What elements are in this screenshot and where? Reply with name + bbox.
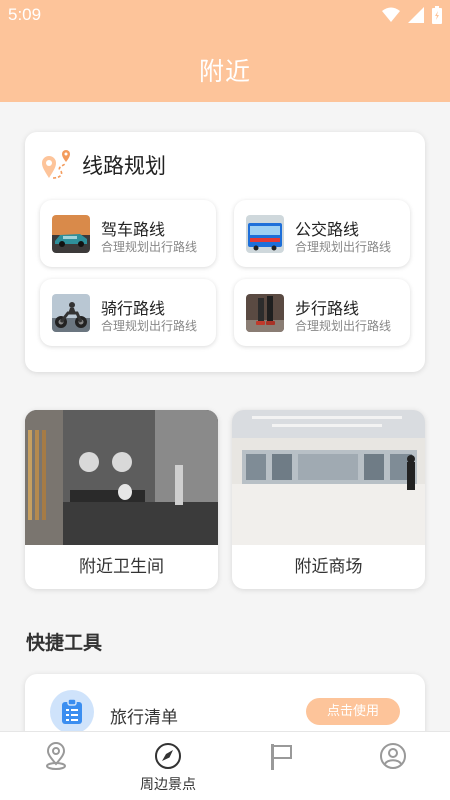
battery-icon — [432, 6, 442, 24]
checklist-icon — [50, 690, 94, 734]
wifi-icon — [382, 7, 400, 22]
signal-icon — [408, 7, 424, 23]
route-item-subtitle: 合理规划出行路线 — [295, 319, 392, 333]
route-item-drive[interactable]: 驾车路线 合理规划出行路线 — [40, 200, 216, 267]
restroom-photo — [25, 410, 218, 545]
tab-label: 周边景点 — [140, 777, 196, 793]
compass-icon — [155, 743, 181, 769]
tab-flag[interactable] — [225, 732, 337, 800]
bus-photo — [246, 215, 284, 253]
route-item-subtitle: 合理规划出行路线 — [101, 319, 198, 333]
route-item-name: 公交路线 — [295, 220, 360, 239]
tab-profile[interactable] — [337, 732, 449, 800]
route-planning-title: 线路规划 — [82, 154, 166, 178]
status-time: 5:09 — [8, 5, 42, 24]
header: 5:09 附近 — [0, 0, 450, 102]
route-item-subtitle: 合理规划出行路线 — [295, 240, 392, 254]
motorcycle-photo — [52, 294, 90, 332]
route-item-name: 骑行路线 — [101, 299, 166, 318]
bottom-tab-bar: 周边景点 — [0, 731, 450, 800]
mall-photo — [232, 410, 425, 545]
quick-tools-title: 快捷工具 — [26, 632, 103, 654]
car-photo — [52, 215, 90, 253]
location-pin-icon — [46, 742, 66, 770]
status-bar: 5:09 — [0, 0, 450, 32]
place-label: 附近卫生间 — [79, 557, 164, 577]
route-planning-card: 线路规划 驾车路线 合理规划出行路线 公交路线 合理规划出行路线 骑行路线 合理… — [25, 132, 425, 372]
route-item-bike[interactable]: 骑行路线 合理规划出行路线 — [40, 279, 216, 346]
tool-name: 旅行清单 — [110, 708, 178, 728]
place-card-mall[interactable]: 附近商场 — [232, 410, 425, 589]
user-icon — [380, 743, 406, 769]
use-tool-button[interactable]: 点击使用 — [306, 698, 400, 725]
route-item-name: 驾车路线 — [101, 220, 166, 239]
tab-attractions[interactable]: 周边景点 — [112, 732, 224, 800]
tab-nearby[interactable] — [0, 732, 112, 800]
route-item-name: 步行路线 — [295, 299, 360, 318]
status-icons — [382, 6, 442, 24]
route-planning-header: 线路规划 — [40, 148, 166, 182]
route-item-walk[interactable]: 步行路线 合理规划出行路线 — [234, 279, 410, 346]
route-icon — [42, 150, 70, 179]
page-title: 附近 — [198, 57, 251, 86]
route-item-subtitle: 合理规划出行路线 — [101, 240, 198, 254]
place-label: 附近商场 — [294, 557, 363, 577]
walking-photo — [246, 294, 284, 332]
route-item-bus[interactable]: 公交路线 合理规划出行路线 — [234, 200, 410, 267]
place-card-restroom[interactable]: 附近卫生间 — [25, 410, 218, 589]
flag-icon — [271, 744, 292, 770]
